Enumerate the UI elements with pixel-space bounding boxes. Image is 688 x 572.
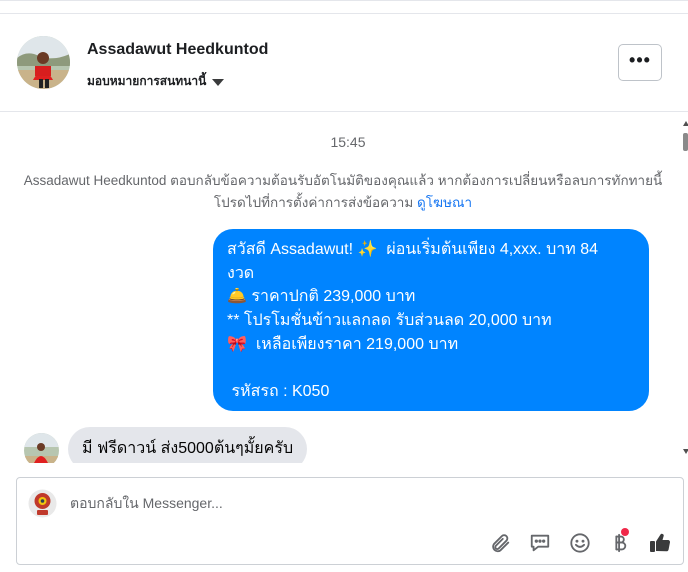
assign-conversation-label: มอบหมายการสนทนานี้ bbox=[87, 74, 207, 88]
message-thread[interactable]: 15:45 Assadawut Heedkuntod ตอบกลับข้อควา… bbox=[0, 113, 688, 463]
reply-input[interactable] bbox=[70, 495, 630, 511]
assign-conversation-dropdown[interactable]: มอบหมายการสนทนานี้ bbox=[87, 72, 225, 91]
message-line: งวด bbox=[227, 264, 255, 282]
caret-down-icon bbox=[212, 78, 225, 86]
more-dots-icon: ••• bbox=[629, 49, 651, 70]
page-avatar bbox=[27, 488, 58, 519]
contact-avatar-small[interactable] bbox=[24, 433, 59, 463]
message-line: 🛎️ ราคาปกติ 239,000 บาท bbox=[227, 288, 416, 306]
emoji-icon[interactable] bbox=[567, 530, 593, 556]
contact-name[interactable]: Assadawut Heedkuntod bbox=[87, 41, 268, 59]
message-line: สวัสดี Assadawut! ✨ ผ่อนเริ่มต้นเพียง 4,… bbox=[227, 241, 598, 258]
contact-avatar[interactable] bbox=[17, 36, 70, 89]
system-note: Assadawut Heedkuntod ตอบกลับข้อความต้อนร… bbox=[10, 170, 676, 214]
conversation-panel: Assadawut Heedkuntod มอบหมายการสนทนานี้ … bbox=[0, 0, 688, 572]
message-line: 🎀 เหลือเพียงราคา 219,000 บาท bbox=[227, 335, 459, 353]
message-line: ** โปรโมชั่นข้าวแลกลด รับส่วนลด 20,000 บ… bbox=[227, 312, 552, 330]
conversation-header: Assadawut Heedkuntod มอบหมายการสนทนานี้ … bbox=[0, 13, 688, 112]
message-line bbox=[227, 356, 635, 380]
scroll-down-arrow-icon[interactable] bbox=[683, 449, 688, 454]
saved-reply-icon[interactable] bbox=[527, 530, 553, 556]
reply-composer bbox=[16, 477, 684, 565]
thread-scrollbar[interactable] bbox=[681, 113, 688, 463]
message-line: รหัสรถ : K050 bbox=[227, 383, 330, 401]
paperclip-icon[interactable] bbox=[487, 530, 513, 556]
baht-payment-icon[interactable] bbox=[607, 528, 633, 556]
incoming-message-bubble[interactable]: มี ฟรีดาวน์ ส่ง5000ต้นๆมั้ยครับ bbox=[68, 427, 308, 463]
scrollbar-thumb[interactable] bbox=[683, 133, 688, 151]
like-icon[interactable] bbox=[647, 530, 673, 556]
message-timestamp: 15:45 bbox=[330, 134, 366, 150]
more-options-button[interactable]: ••• bbox=[618, 44, 662, 81]
system-note-text: Assadawut Heedkuntod ตอบกลับข้อความต้อนร… bbox=[23, 173, 663, 210]
notification-dot-icon bbox=[621, 528, 629, 536]
outgoing-message-bubble[interactable]: สวัสดี Assadawut! ✨ ผ่อนเริ่มต้นเพียง 4,… bbox=[213, 229, 649, 411]
view-ad-link[interactable]: ดูโฆษณา bbox=[417, 195, 472, 210]
scroll-up-arrow-icon[interactable] bbox=[683, 121, 688, 126]
